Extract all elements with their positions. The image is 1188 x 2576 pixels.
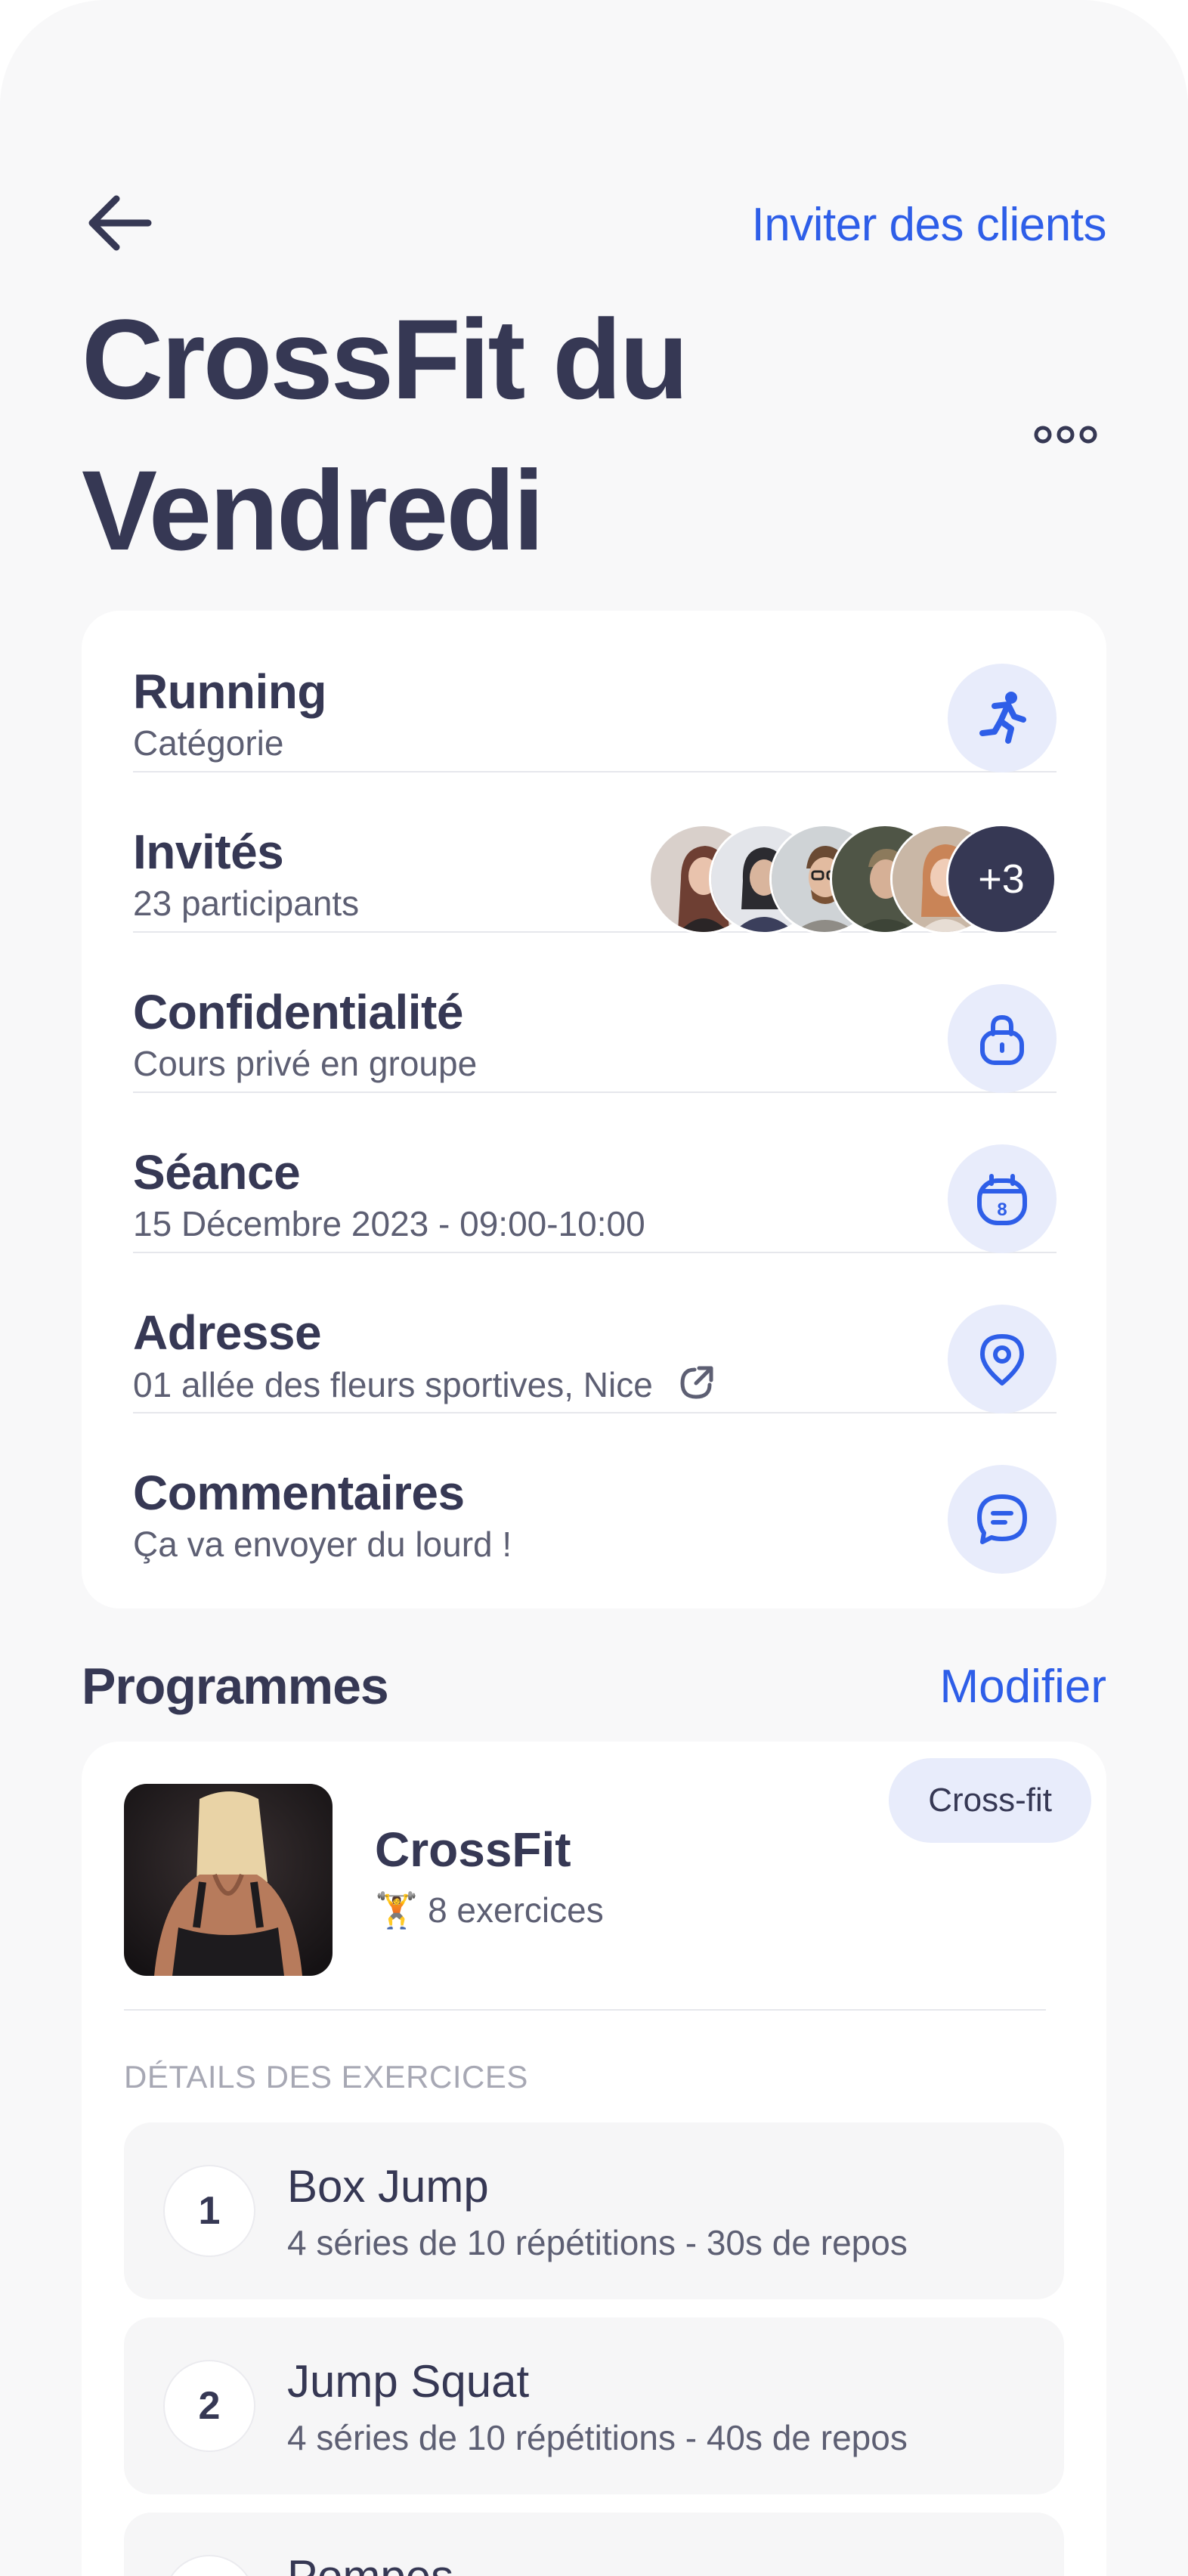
session-subtitle: 15 Décembre 2023 - 09:00-10:00 xyxy=(133,1204,645,1243)
exercise-name: Jump Squat xyxy=(287,2356,530,2407)
programmes-title: Programmes xyxy=(82,1658,389,1715)
address-row: Adresse 01 allée des fleurs sportives, N… xyxy=(133,1252,1057,1413)
comments-subtitle: Ça va envoyer du lourd ! xyxy=(133,1525,512,1564)
address-subtitle: 01 allée des fleurs sportives, Nice xyxy=(133,1365,653,1404)
category-button[interactable] xyxy=(948,664,1057,772)
comment-icon xyxy=(977,1494,1027,1544)
exercise-number: 3 xyxy=(163,2555,255,2576)
lock-icon xyxy=(980,1014,1024,1065)
exercise-detail: 4 séries de 10 répétitions - 30s de repo… xyxy=(287,2223,908,2262)
exercise-name: Pompes xyxy=(287,2550,453,2576)
category-subtitle: Catégorie xyxy=(133,723,284,763)
calendar-icon: 8 xyxy=(977,1174,1027,1225)
address-button[interactable] xyxy=(948,1305,1057,1413)
comments-row: Commentaires Ça va envoyer du lourd ! xyxy=(133,1412,1057,1574)
more-options-button[interactable] xyxy=(1034,423,1097,446)
guests-title: Invités xyxy=(133,825,284,879)
programme-thumbnail xyxy=(124,1784,333,1976)
screen: Inviter des clients CrossFit du Vendredi… xyxy=(0,0,1188,2576)
external-link-icon[interactable] xyxy=(676,1364,716,1403)
comments-button[interactable] xyxy=(948,1465,1057,1574)
running-icon xyxy=(979,692,1026,744)
more-guests-badge[interactable]: +3 xyxy=(946,824,1057,934)
weightlifter-icon: 🏋️ xyxy=(375,1890,419,1930)
programme-card[interactable]: CrossFit 🏋️ 8 exercices Cross-fit DÉTAIL… xyxy=(82,1742,1106,2576)
privacy-button[interactable] xyxy=(948,984,1057,1093)
exercise-number: 2 xyxy=(163,2360,255,2452)
programme-exercise-count: 🏋️ 8 exercices xyxy=(375,1890,604,1930)
category-row: Running Catégorie xyxy=(133,611,1057,772)
privacy-subtitle: Cours privé en groupe xyxy=(133,1044,478,1083)
privacy-title: Confidentialité xyxy=(133,985,463,1039)
exercise-details-label: DÉTAILS DES EXERCICES xyxy=(124,2059,528,2095)
category-title: Running xyxy=(133,664,326,719)
exercise-number: 1 xyxy=(163,2165,255,2257)
guests-subtitle: 23 participants xyxy=(133,884,360,923)
exercise-item[interactable]: 3 Pompes xyxy=(124,2513,1064,2576)
session-button[interactable]: 8 xyxy=(948,1144,1057,1253)
calendar-day: 8 xyxy=(997,1200,1007,1220)
session-title: Séance xyxy=(133,1145,301,1200)
arrow-left-icon xyxy=(88,195,152,251)
guests-row[interactable]: Invités 23 participants +3 xyxy=(133,771,1057,934)
comments-title: Commentaires xyxy=(133,1466,465,1520)
exercise-item[interactable]: 2 Jump Squat 4 séries de 10 répétitions … xyxy=(124,2317,1064,2494)
location-pin-icon xyxy=(980,1334,1024,1386)
modify-programmes-link[interactable]: Modifier xyxy=(939,1660,1106,1714)
invite-clients-link[interactable]: Inviter des clients xyxy=(752,198,1107,252)
exercise-item[interactable]: 1 Box Jump 4 séries de 10 répétitions - … xyxy=(124,2122,1064,2299)
guest-avatars[interactable]: +3 xyxy=(648,824,1057,934)
address-subtitle-container: 01 allée des fleurs sportives, Nice xyxy=(133,1364,716,1405)
page-title: CrossFit du Vendredi xyxy=(82,296,688,574)
divider xyxy=(124,2009,1046,2011)
more-dots-icon xyxy=(1034,426,1097,444)
programme-name: CrossFit xyxy=(375,1822,571,1877)
address-title: Adresse xyxy=(133,1305,322,1360)
programme-badge: Cross-fit xyxy=(889,1758,1091,1843)
privacy-row: Confidentialité Cours privé en groupe xyxy=(133,931,1057,1093)
exercise-name: Box Jump xyxy=(287,2161,489,2212)
session-row: Séance 15 Décembre 2023 - 09:00-10:00 8 xyxy=(133,1091,1057,1253)
exercise-detail: 4 séries de 10 répétitions - 40s de repo… xyxy=(287,2418,908,2457)
back-button[interactable] xyxy=(82,189,157,257)
event-info-card: Running Catégorie Invités 23 participant… xyxy=(82,611,1106,1608)
